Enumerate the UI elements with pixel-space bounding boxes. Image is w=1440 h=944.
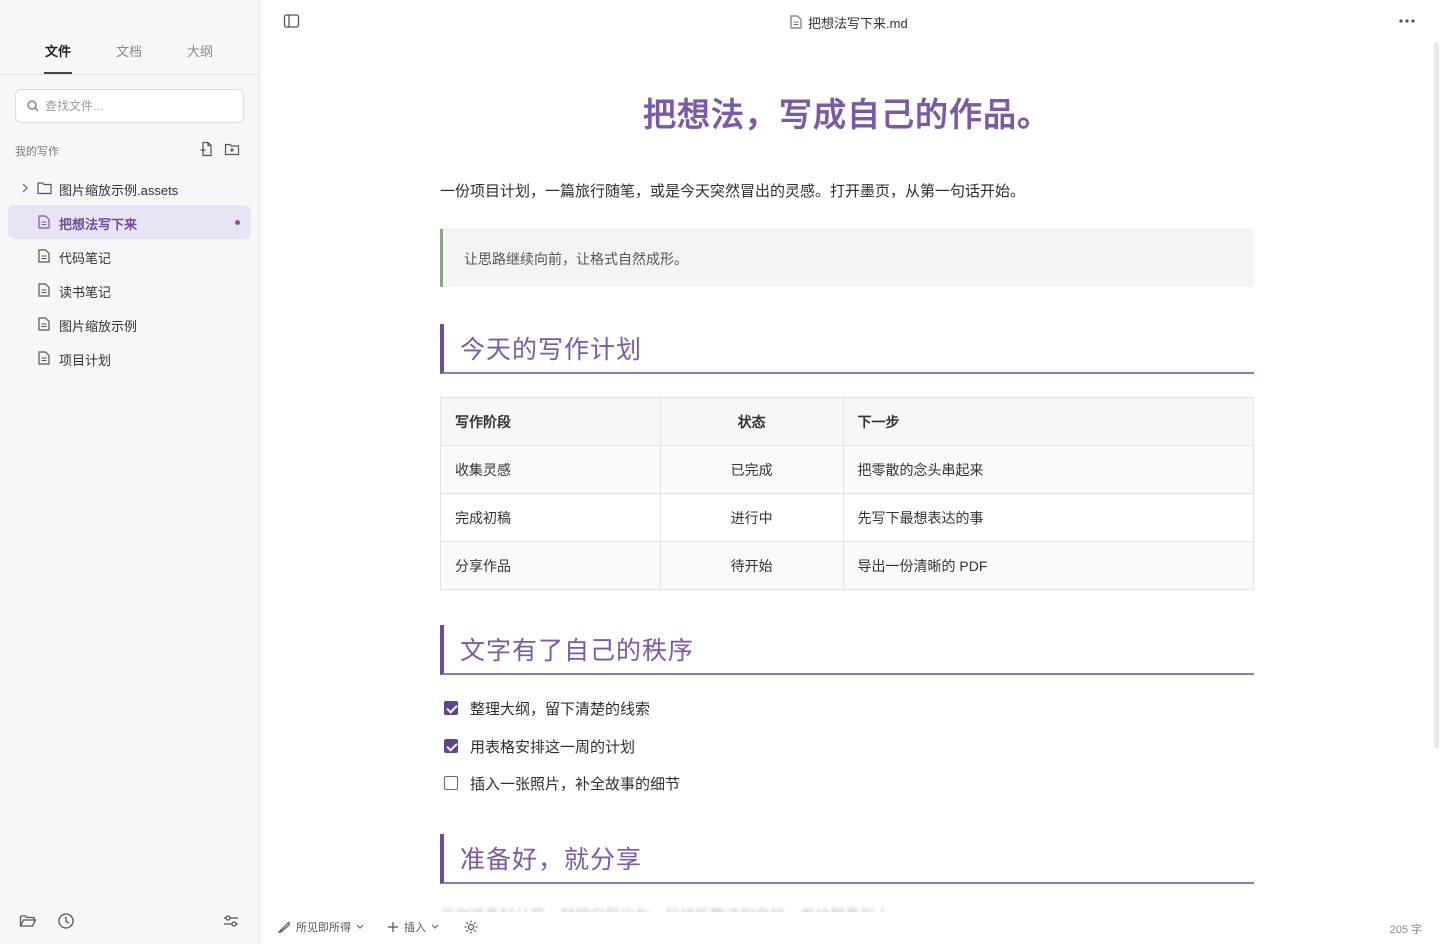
table-cell: 已完成 (659, 445, 844, 494)
editor-mode-dropdown[interactable]: 所见即所得 (277, 918, 364, 936)
more-options-button[interactable] (1398, 13, 1416, 34)
table-cell: 导出一份清晰的 PDF (842, 541, 1255, 590)
table-header-row: 写作阶段 状态 下一步 (440, 397, 1255, 446)
feather-pen-icon (277, 921, 290, 933)
task-item: 插入一张照片，补全故事的细节 (444, 772, 680, 794)
section-heading-text: 文字有了自己的秩序 (460, 638, 695, 665)
open-folder-button[interactable] (19, 912, 37, 930)
blockquote-text: 让思路继续向前，让格式自然成形。 (464, 251, 688, 267)
task-checkbox[interactable] (444, 776, 458, 790)
sidebar-item-project-plan[interactable]: 项目计划 (8, 341, 251, 375)
task-label: 插入一张照片，补全故事的细节 (470, 775, 681, 793)
document-icon (38, 351, 50, 365)
sidebar-item-label: 代码笔记 (59, 251, 112, 266)
sidebar-item-label: 项目计划 (59, 353, 112, 368)
search-icon (27, 100, 39, 112)
blockquote: 让思路继续向前，让格式自然成形。 (440, 229, 1254, 287)
table-row: 完成初稿 进行中 先写下最想表达的事 (440, 493, 1255, 542)
insert-label: 插入 (404, 922, 426, 934)
tab-docs[interactable]: 文档 (116, 41, 142, 60)
task-checkbox[interactable] (444, 739, 458, 753)
sun-icon (464, 920, 478, 934)
document-icon (38, 215, 50, 229)
vertical-scrollbar[interactable] (1434, 42, 1439, 748)
table-row: 分享作品 待开始 导出一份清晰的 PDF (440, 541, 1255, 590)
search-input[interactable] (45, 90, 235, 122)
sidebar-item-current-doc[interactable]: 把想法写下来 (8, 205, 251, 239)
toggle-sidebar-button[interactable] (283, 13, 300, 34)
file-search (15, 89, 244, 123)
sidebar-toggle-icon (283, 14, 300, 28)
table-cell: 收集灵感 (440, 445, 661, 494)
sidebar-item-label: 图片缩放示例 (59, 319, 138, 334)
more-horizontal-icon (1399, 19, 1415, 23)
sidebar: 文件 文档 大纲 我的写作 图片缩放示例.assets 把想法写下来 (0, 0, 260, 944)
settings-button[interactable] (222, 912, 240, 930)
chevron-down-icon (356, 924, 364, 929)
sidebar-item-label: 读书笔记 (59, 285, 112, 300)
task-label: 用表格安排这一周的计划 (470, 738, 636, 756)
task-item: 用表格安排这一周的计划 (444, 735, 635, 757)
active-tab-indicator (44, 72, 72, 74)
table-header-cell: 下一步 (842, 397, 1255, 446)
sidebar-item-label: 图片缩放示例.assets (59, 183, 179, 198)
table-cell: 分享作品 (440, 541, 661, 590)
folder-icon (37, 182, 52, 195)
new-file-icon (200, 141, 212, 157)
plan-table: 写作阶段 状态 下一步 收集灵感 已完成 把零散的念头串起来 完成初稿 进行中 … (440, 397, 1255, 590)
table-cell: 先写下最想表达的事 (842, 493, 1255, 542)
insert-dropdown[interactable]: 插入 (387, 918, 439, 936)
document-heading: 把想法，写成自己的作品。 (643, 98, 1051, 134)
sidebar-item-label: 把想法写下来 (59, 217, 138, 232)
chevron-down-icon (431, 924, 439, 929)
table-cell: 把零散的念头串起来 (842, 445, 1255, 494)
new-folder-button[interactable] (224, 141, 240, 157)
intro-paragraph: 一份项目计划，一篇旅行随笔，或是今天突然冒出的灵感。打开墨页，从第一句话开始。 (440, 183, 1026, 200)
sidebar-item-assets-folder[interactable]: 图片缩放示例.assets (8, 171, 251, 205)
chevron-right-icon[interactable] (21, 183, 29, 193)
folder-open-icon (19, 915, 37, 927)
tab-files[interactable]: 文件 (45, 41, 71, 60)
unsaved-indicator (235, 220, 240, 225)
clock-icon (58, 913, 74, 929)
editor-content[interactable]: 把想法，写成自己的作品。 一份项目计划，一篇旅行随笔，或是今天突然冒出的灵感。打… (440, 0, 1255, 944)
table-header-cell: 状态 (659, 397, 844, 446)
section-heading-share: 准备好，就分享 (440, 834, 1254, 884)
section-heading-text: 今天的写作计划 (460, 337, 643, 364)
theme-toggle-button[interactable] (464, 918, 478, 936)
sidebar-item-code-notes[interactable]: 代码笔记 (8, 239, 251, 273)
table-row: 收集灵感 已完成 把零散的念头串起来 (440, 445, 1255, 494)
section-heading-order: 文字有了自己的秩序 (440, 625, 1254, 675)
new-folder-icon (224, 143, 240, 156)
document-icon (38, 249, 50, 263)
task-label: 整理大纲，留下清楚的线索 (470, 700, 651, 718)
plus-icon (388, 922, 398, 932)
section-heading-text: 准备好，就分享 (460, 847, 643, 874)
document-icon (38, 317, 50, 331)
tab-outline[interactable]: 大纲 (187, 41, 213, 60)
history-button[interactable] (57, 912, 75, 930)
sidebar-item-reading-notes[interactable]: 读书笔记 (8, 273, 251, 307)
sidebar-tabs: 文件 文档 大纲 (0, 0, 259, 75)
word-count: 205 字 (1389, 924, 1422, 936)
app-window: 文件 文档 大纲 我的写作 图片缩放示例.assets 把想法写下来 (0, 0, 1440, 944)
task-item: 整理大纲，留下清楚的线索 (444, 697, 650, 719)
table-cell: 完成初稿 (440, 493, 661, 542)
workspace-label: 我的写作 (15, 146, 59, 158)
table-cell: 进行中 (659, 493, 844, 542)
document-icon (38, 283, 50, 297)
status-bar: 所见即所得 插入 205 字 (260, 912, 1440, 944)
sliders-icon (224, 915, 238, 927)
section-heading-plan: 今天的写作计划 (440, 324, 1254, 374)
new-file-button[interactable] (199, 141, 215, 157)
table-header-cell: 写作阶段 (440, 397, 661, 446)
editor-mode-label: 所见即所得 (296, 922, 351, 934)
task-checkbox[interactable] (444, 701, 458, 715)
sidebar-item-image-scaling[interactable]: 图片缩放示例 (8, 307, 251, 341)
table-cell: 待开始 (659, 541, 844, 590)
